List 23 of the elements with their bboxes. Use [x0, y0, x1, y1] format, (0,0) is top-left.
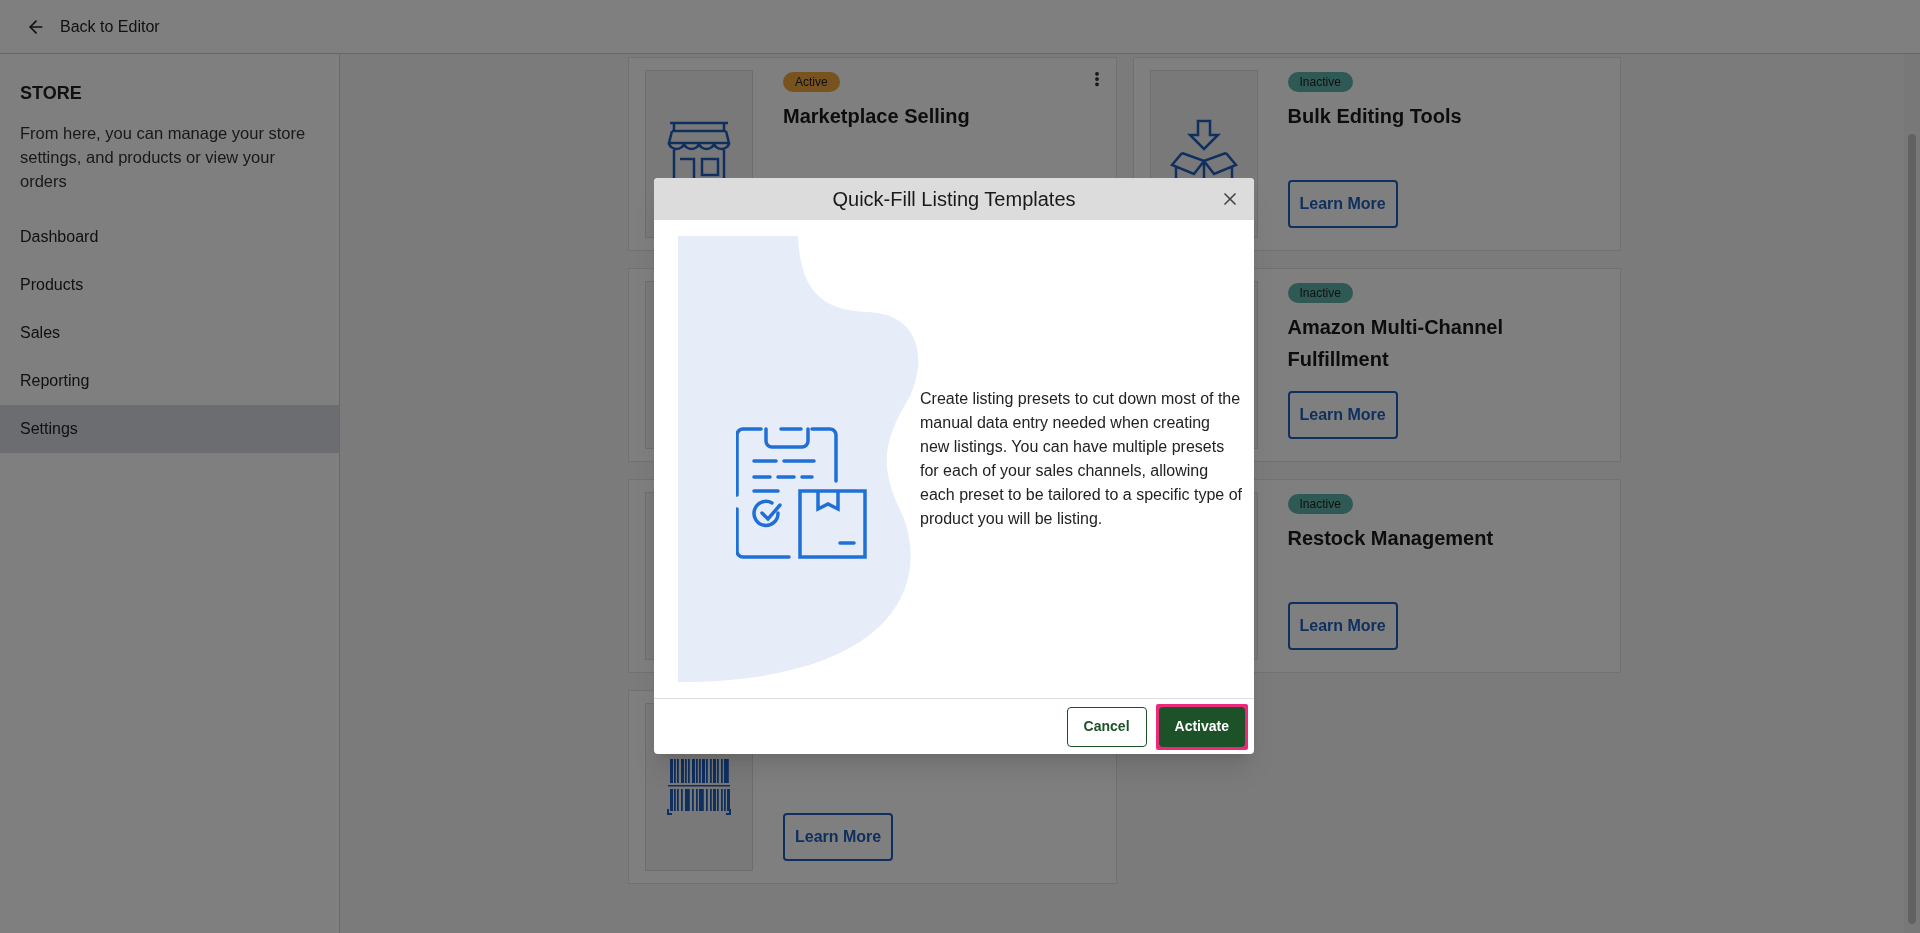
sidebar-description: From here, you can manage your store settings, and products or view your orders	[19, 123, 307, 192]
modal-title: Quick-Fill Listing Templates	[832, 187, 1076, 212]
status-badge: Inactive	[1287, 283, 1353, 303]
scrollbar[interactable]	[1904, 54, 1920, 933]
sidebar-item[interactable]: Settings	[0, 405, 339, 453]
status-badge: Inactive	[1287, 494, 1353, 514]
status-badge: Active	[783, 72, 840, 92]
modal-description: Create listing presets to cut down most of the manual data entry needed when creating new listings. You can have multiple presets for each of your sales channels, allowing each preset to be tailored to a specific type of product you will be listing.	[919, 389, 1242, 529]
cancel-button[interactable]: Cancel	[1066, 706, 1147, 747]
status-badge: Inactive	[1287, 72, 1353, 92]
card-title: Amazon Multi-Channel Fulfillment	[1287, 315, 1505, 372]
clipboard-box-icon	[736, 427, 868, 559]
back-link[interactable]: Back to Editor	[26, 14, 160, 39]
learn-more-button[interactable]: Learn More	[1287, 391, 1398, 439]
activate-button[interactable]: Activate	[1158, 706, 1245, 747]
sidebar-title: STORE	[19, 82, 83, 105]
barcode-icon	[666, 757, 732, 817]
learn-more-button[interactable]: Learn More	[783, 813, 894, 861]
learn-more-button[interactable]: Learn More	[1287, 602, 1398, 650]
learn-more-button[interactable]: Learn More	[1287, 180, 1398, 228]
card-title: Restock Management	[1287, 526, 1495, 551]
card-title: Marketplace Selling	[783, 104, 971, 129]
card-title: Bulk Editing Tools	[1287, 104, 1463, 129]
